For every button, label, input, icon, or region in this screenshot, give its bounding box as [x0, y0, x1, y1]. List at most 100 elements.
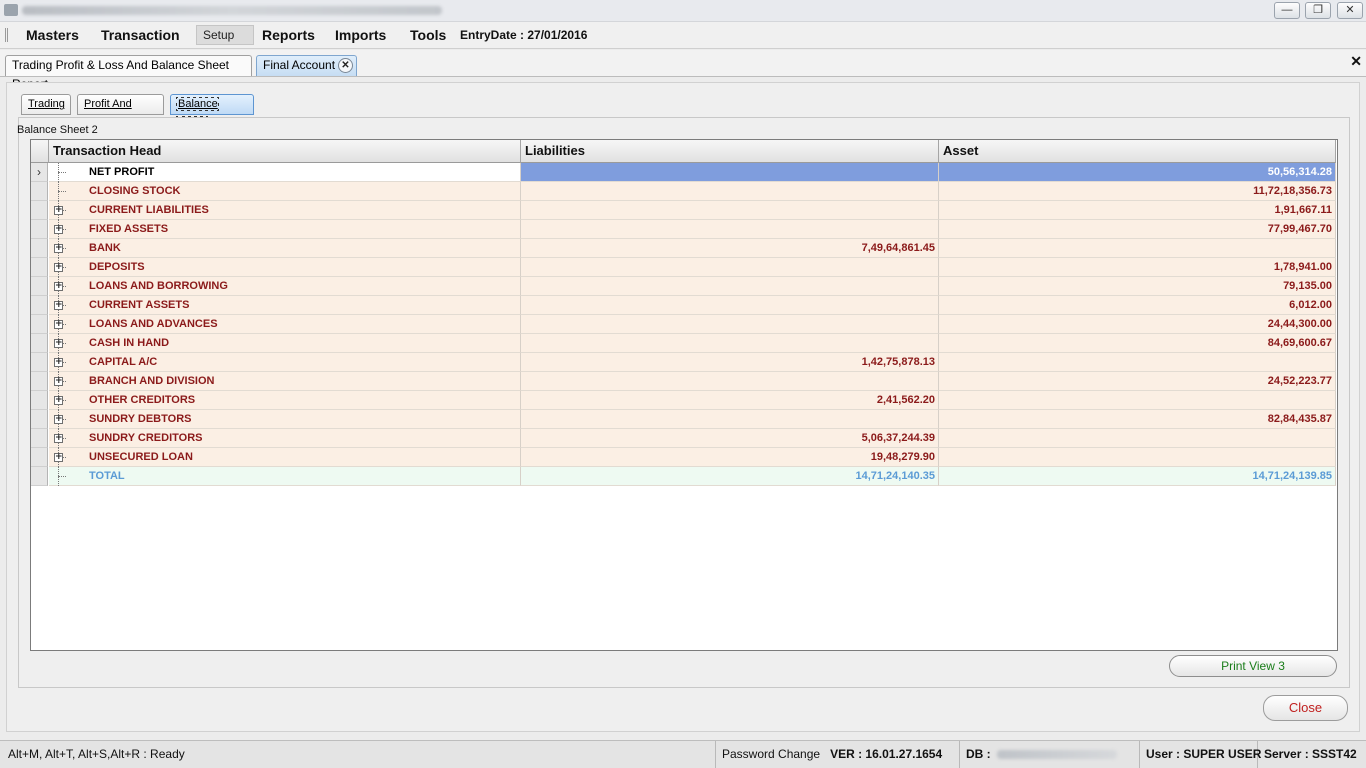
cell-asset[interactable]: 11,72,18,356.73 [939, 182, 1336, 201]
minimize-button[interactable]: — [1274, 2, 1300, 19]
subtab-profit-loss[interactable]: Profit And Loss [77, 94, 164, 129]
expand-icon[interactable]: + [54, 434, 63, 443]
cell-asset[interactable]: 6,012.00 [939, 296, 1336, 315]
expand-icon[interactable]: + [54, 415, 63, 424]
expand-icon[interactable]: + [54, 339, 63, 348]
column-header-liabilities[interactable]: Liabilities [521, 140, 939, 163]
cell-transaction-head[interactable]: + SUNDRY CREDITORS [49, 429, 521, 448]
cell-liabilities[interactable]: 7,49,64,861.45 [521, 239, 939, 258]
cell-liabilities[interactable] [521, 182, 939, 201]
row-header[interactable] [31, 220, 48, 239]
total-row[interactable]: TOTAL 14,71,24,140.35 14,71,24,139.85 [31, 467, 1336, 486]
cell-transaction-head[interactable]: TOTAL [49, 467, 521, 486]
cell-liabilities[interactable] [521, 334, 939, 353]
cell-asset[interactable] [939, 353, 1336, 372]
cell-liabilities[interactable] [521, 163, 939, 182]
cell-transaction-head[interactable]: + CASH IN HAND [49, 334, 521, 353]
cell-transaction-head[interactable]: + DEPOSITS [49, 258, 521, 277]
cell-liabilities[interactable] [521, 220, 939, 239]
row-header[interactable] [31, 296, 48, 315]
menu-tools[interactable]: Tools [410, 27, 446, 43]
close-button[interactable]: Close [1263, 695, 1348, 721]
tab-trading-report[interactable]: Trading Profit & Loss And Balance Sheet … [5, 55, 252, 91]
menu-imports[interactable]: Imports [335, 27, 386, 43]
expand-icon[interactable]: + [54, 377, 63, 386]
cell-transaction-head[interactable]: + CAPITAL A/C [49, 353, 521, 372]
current-row-indicator[interactable]: › [31, 163, 48, 182]
cell-transaction-head[interactable]: + BRANCH AND DIVISION [49, 372, 521, 391]
expand-icon[interactable]: + [54, 206, 63, 215]
cell-liabilities[interactable]: 5,06,37,244.39 [521, 429, 939, 448]
expand-icon[interactable]: + [54, 282, 63, 291]
cell-transaction-head[interactable]: + BANK [49, 239, 521, 258]
menu-transaction[interactable]: Transaction [101, 27, 180, 43]
cell-asset[interactable]: 82,84,435.87 [939, 410, 1336, 429]
column-header-asset[interactable]: Asset [939, 140, 1336, 163]
cell-liabilities[interactable] [521, 372, 939, 391]
row-header[interactable] [31, 372, 48, 391]
table-row[interactable]: CLOSING STOCK 11,72,18,356.73 [31, 182, 1336, 201]
cell-asset[interactable]: 77,99,467.70 [939, 220, 1336, 239]
table-row[interactable]: + CAPITAL A/C 1,42,75,878.13 [31, 353, 1336, 372]
cell-asset[interactable]: 50,56,314.28 [939, 163, 1336, 182]
row-header[interactable] [31, 448, 48, 467]
expand-icon[interactable]: + [54, 244, 63, 253]
table-row[interactable]: + FIXED ASSETS 77,99,467.70 [31, 220, 1336, 239]
expand-icon[interactable]: + [54, 301, 63, 310]
row-header[interactable] [31, 391, 48, 410]
expand-icon[interactable]: + [54, 263, 63, 272]
cell-liabilities[interactable]: 2,41,562.20 [521, 391, 939, 410]
print-view-button[interactable]: Print View 3 [1169, 655, 1337, 677]
cell-asset[interactable]: 79,135.00 [939, 277, 1336, 296]
table-row[interactable]: + CURRENT ASSETS 6,012.00 [31, 296, 1336, 315]
cell-transaction-head[interactable]: + CURRENT LIABILITIES [49, 201, 521, 220]
row-header[interactable] [31, 353, 48, 372]
menu-reports[interactable]: Reports [262, 27, 315, 43]
cell-asset[interactable]: 84,69,600.67 [939, 334, 1336, 353]
cell-liabilities[interactable]: 1,42,75,878.13 [521, 353, 939, 372]
subtab-trading[interactable]: Trading [21, 94, 71, 115]
cell-asset[interactable]: 1,78,941.00 [939, 258, 1336, 277]
cell-liabilities[interactable] [521, 315, 939, 334]
expand-icon[interactable]: + [54, 453, 63, 462]
row-header[interactable] [31, 410, 48, 429]
cell-transaction-head[interactable]: + FIXED ASSETS [49, 220, 521, 239]
tab-close-icon[interactable]: ✕ [338, 58, 353, 73]
table-row[interactable]: + OTHER CREDITORS 2,41,562.20 [31, 391, 1336, 410]
cell-liabilities[interactable]: 19,48,279.90 [521, 448, 939, 467]
row-header[interactable] [31, 277, 48, 296]
menu-masters[interactable]: Masters [26, 27, 79, 43]
expand-icon[interactable]: + [54, 358, 63, 367]
cell-asset[interactable] [939, 391, 1336, 410]
table-row[interactable]: + LOANS AND ADVANCES 24,44,300.00 [31, 315, 1336, 334]
expand-icon[interactable]: + [54, 225, 63, 234]
cell-transaction-head[interactable]: CLOSING STOCK [49, 182, 521, 201]
cell-asset[interactable]: 14,71,24,139.85 [939, 467, 1336, 486]
expand-icon[interactable]: + [54, 396, 63, 405]
table-row[interactable]: + BRANCH AND DIVISION 24,52,223.77 [31, 372, 1336, 391]
table-row[interactable]: + SUNDRY DEBTORS 82,84,435.87 [31, 410, 1336, 429]
row-header[interactable] [31, 467, 48, 486]
cell-transaction-head[interactable]: + LOANS AND BORROWING [49, 277, 521, 296]
cell-liabilities[interactable] [521, 410, 939, 429]
cell-liabilities[interactable] [521, 277, 939, 296]
tab-final-account[interactable]: Final Account ✕ [256, 55, 357, 76]
cell-asset[interactable] [939, 448, 1336, 467]
cell-liabilities[interactable] [521, 296, 939, 315]
window-close-button[interactable]: ✕ [1337, 2, 1363, 19]
cell-transaction-head[interactable]: + CURRENT ASSETS [49, 296, 521, 315]
cell-asset[interactable]: 24,52,223.77 [939, 372, 1336, 391]
table-row[interactable]: + CASH IN HAND 84,69,600.67 [31, 334, 1336, 353]
table-row[interactable]: + LOANS AND BORROWING 79,135.00 [31, 277, 1336, 296]
table-row[interactable]: + DEPOSITS 1,78,941.00 [31, 258, 1336, 277]
cell-liabilities[interactable]: 14,71,24,140.35 [521, 467, 939, 486]
cell-transaction-head[interactable]: NET PROFIT [49, 163, 521, 182]
expand-icon[interactable]: + [54, 320, 63, 329]
table-row[interactable]: + CURRENT LIABILITIES 1,91,667.11 [31, 201, 1336, 220]
cell-transaction-head[interactable]: + SUNDRY DEBTORS [49, 410, 521, 429]
document-close-icon[interactable]: ✕ [1350, 53, 1362, 70]
table-row[interactable]: + SUNDRY CREDITORS 5,06,37,244.39 [31, 429, 1336, 448]
cell-asset[interactable] [939, 239, 1336, 258]
cell-transaction-head[interactable]: + OTHER CREDITORS [49, 391, 521, 410]
cell-liabilities[interactable] [521, 258, 939, 277]
